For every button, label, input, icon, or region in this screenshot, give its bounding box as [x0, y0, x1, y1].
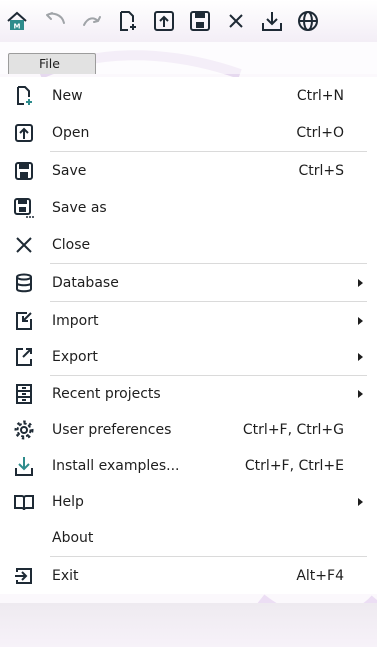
menu-item-save-as[interactable]: Save as: [0, 189, 377, 226]
menu-item-label: Recent projects: [52, 386, 161, 402]
menu-item-label: Close: [52, 236, 91, 253]
menu-item-label: User preferences: [52, 422, 172, 438]
gear-icon: [13, 419, 35, 441]
close-icon: [13, 234, 35, 256]
menu-item-label: Help: [52, 494, 84, 510]
menu-item-label: Exit: [52, 567, 79, 584]
undo-icon[interactable]: [42, 7, 70, 35]
menu-item-install-examples[interactable]: Install examples... Ctrl+F, Ctrl+E: [0, 448, 377, 484]
menu-item-label: Export: [52, 349, 98, 365]
menu-item-about[interactable]: About: [0, 520, 377, 556]
download-icon: [13, 455, 35, 477]
menu-item-user-preferences[interactable]: User preferences Ctrl+F, Ctrl+G: [0, 412, 377, 448]
save-icon: [13, 160, 35, 182]
menu-item-label: About: [52, 530, 94, 546]
menu-item-open[interactable]: Open Ctrl+O: [0, 114, 377, 151]
menu-item-shortcut: Ctrl+S: [298, 162, 344, 179]
menu-item-label: Import: [52, 312, 99, 329]
menu-item-label: Database: [52, 274, 119, 291]
menu-bar: File: [0, 42, 377, 74]
submenu-arrow-icon: [358, 316, 363, 325]
exit-icon: [13, 565, 35, 587]
save-as-icon: [13, 197, 35, 219]
database-icon: [13, 272, 35, 294]
window-background-strip: [0, 603, 377, 647]
menu-item-shortcut: Ctrl+F, Ctrl+E: [244, 458, 344, 474]
redo-icon[interactable]: [78, 7, 106, 35]
menu-item-shortcut: Ctrl+F, Ctrl+G: [242, 422, 344, 438]
download-icon[interactable]: [258, 7, 286, 35]
submenu-arrow-icon: [358, 353, 363, 361]
book-icon: [13, 491, 35, 513]
menu-item-recent-projects[interactable]: Recent projects: [0, 376, 377, 412]
submenu-arrow-icon: [358, 498, 363, 506]
new-file-icon[interactable]: [114, 7, 142, 35]
close-icon[interactable]: [222, 7, 250, 35]
menu-item-label: Save: [52, 162, 87, 179]
submenu-arrow-icon: [358, 390, 363, 398]
menu-item-new[interactable]: New Ctrl+N: [0, 77, 377, 114]
import-icon: [13, 310, 35, 332]
menu-item-export[interactable]: Export: [0, 339, 377, 375]
export-icon: [13, 346, 35, 368]
menu-item-shortcut: Alt+F4: [296, 567, 344, 584]
open-icon: [13, 122, 35, 144]
menu-item-exit[interactable]: Exit Alt+F4: [0, 557, 377, 594]
save-icon[interactable]: [186, 7, 214, 35]
menu-item-shortcut: Ctrl+O: [296, 124, 344, 141]
submenu-arrow-icon: [358, 278, 363, 287]
menu-item-label: Save as: [52, 199, 107, 216]
open-icon[interactable]: [150, 7, 178, 35]
menu-item-shortcut: Ctrl+N: [296, 87, 344, 104]
svg-text:M: M: [14, 23, 21, 31]
quick-access-toolbar: M: [0, 0, 377, 42]
recent-projects-icon: [13, 383, 35, 405]
menu-item-close[interactable]: Close: [0, 226, 377, 263]
file-menu-tab[interactable]: File: [8, 53, 96, 74]
globe-icon[interactable]: [294, 7, 322, 35]
menu-item-help[interactable]: Help: [0, 484, 377, 520]
new-file-icon: [13, 85, 35, 107]
menu-item-save[interactable]: Save Ctrl+S: [0, 152, 377, 189]
menu-item-label: New: [52, 87, 83, 104]
menu-item-label: Install examples...: [52, 458, 180, 474]
menu-item-import[interactable]: Import: [0, 302, 377, 339]
menu-item-label: Open: [52, 124, 90, 141]
app-logo-icon[interactable]: M: [3, 7, 31, 35]
file-menu-dropdown: New Ctrl+N Open Ctrl+O Save Ctrl+S Save …: [0, 77, 377, 594]
menu-item-database[interactable]: Database: [0, 264, 377, 301]
